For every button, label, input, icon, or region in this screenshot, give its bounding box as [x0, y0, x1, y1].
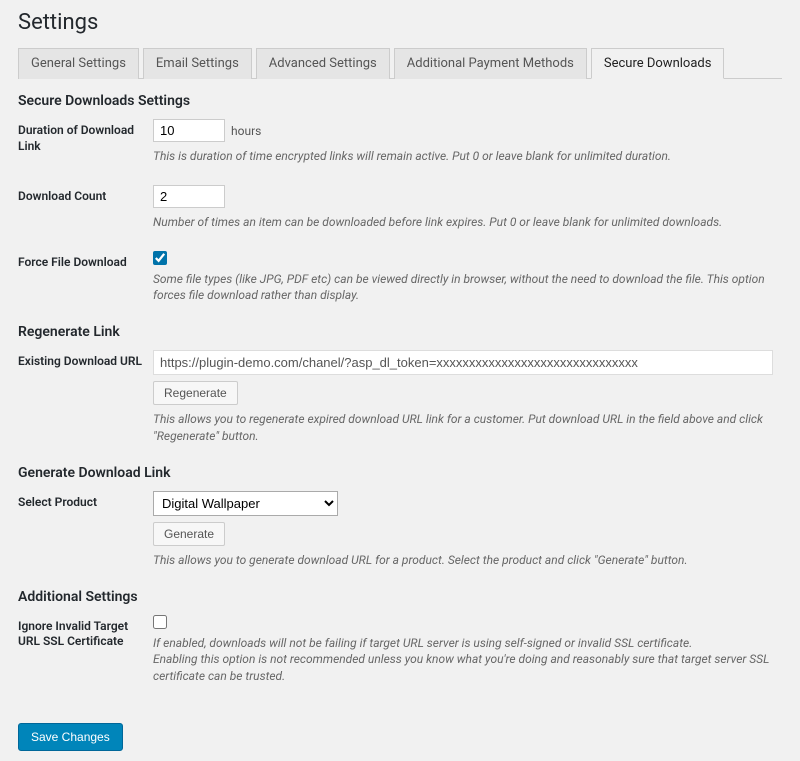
input-existing-url[interactable]: [153, 350, 773, 375]
desc-force: Some file types (like JPG, PDF etc) can …: [153, 271, 782, 305]
row-count: Download Count Number of times an item c…: [18, 185, 782, 231]
tab-email[interactable]: Email Settings: [143, 48, 252, 79]
checkbox-force-download[interactable]: [153, 251, 167, 265]
row-select-product: Select Product Digital Wallpaper Generat…: [18, 491, 782, 569]
regenerate-button[interactable]: Regenerate: [153, 381, 238, 405]
label-ignore-ssl: Ignore Invalid Target URL SSL Certificat…: [18, 615, 153, 650]
row-existing-url: Existing Download URL Regenerate This al…: [18, 350, 782, 445]
section-heading-additional: Additional Settings: [18, 589, 782, 605]
label-count: Download Count: [18, 185, 153, 205]
row-force: Force File Download Some file types (lik…: [18, 251, 782, 305]
label-existing-url: Existing Download URL: [18, 350, 153, 370]
select-product[interactable]: Digital Wallpaper: [153, 491, 338, 516]
tab-payment[interactable]: Additional Payment Methods: [394, 48, 587, 79]
tab-general[interactable]: General Settings: [18, 48, 139, 79]
row-duration: Duration of Download Link hours This is …: [18, 119, 782, 165]
generate-button[interactable]: Generate: [153, 522, 225, 546]
label-force: Force File Download: [18, 251, 153, 271]
checkbox-ignore-ssl[interactable]: [153, 615, 167, 629]
label-duration: Duration of Download Link: [18, 119, 153, 154]
desc-duration: This is duration of time encrypted links…: [153, 148, 782, 165]
input-count[interactable]: [153, 185, 225, 208]
tabs-nav: General Settings Email Settings Advanced…: [18, 47, 782, 79]
desc-ignore-ssl-1: If enabled, downloads will not be failin…: [153, 635, 782, 652]
desc-ignore-ssl-2: Enabling this option is not recommended …: [153, 651, 782, 685]
row-ignore-ssl: Ignore Invalid Target URL SSL Certificat…: [18, 615, 782, 685]
tab-secure-downloads[interactable]: Secure Downloads: [591, 48, 725, 79]
section-heading-regenerate: Regenerate Link: [18, 324, 782, 340]
section-heading-generate: Generate Download Link: [18, 465, 782, 481]
unit-duration: hours: [231, 124, 261, 138]
tab-advanced[interactable]: Advanced Settings: [256, 48, 390, 79]
input-duration[interactable]: [153, 119, 225, 142]
save-button[interactable]: Save Changes: [18, 723, 123, 751]
desc-generate: This allows you to generate download URL…: [153, 552, 782, 569]
label-select-product: Select Product: [18, 491, 153, 511]
desc-count: Number of times an item can be downloade…: [153, 214, 782, 231]
desc-regenerate: This allows you to regenerate expired do…: [153, 411, 782, 445]
page-title: Settings: [18, 10, 782, 35]
section-heading-secure-downloads: Secure Downloads Settings: [18, 93, 782, 109]
